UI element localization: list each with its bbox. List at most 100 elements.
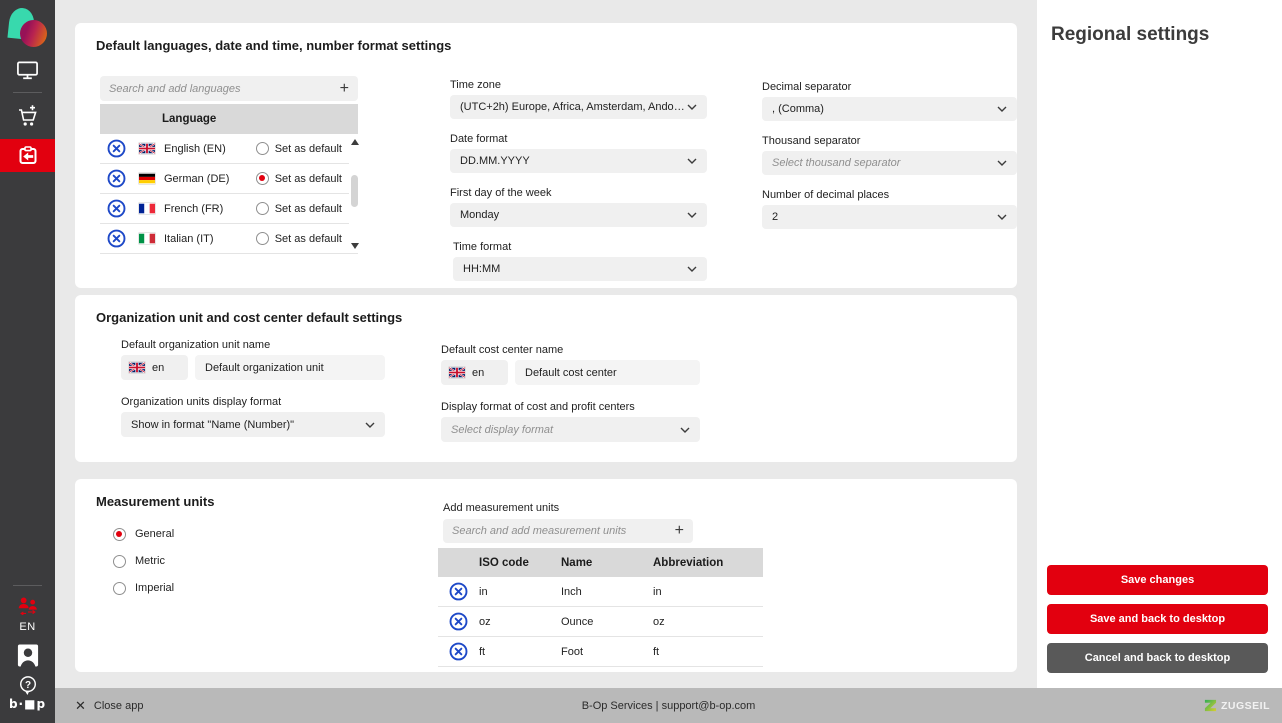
set-default-radio[interactable]: Set as default xyxy=(255,142,342,155)
set-default-radio[interactable]: Set as default xyxy=(255,172,342,185)
close-app-button[interactable]: ✕ Close app xyxy=(75,688,143,723)
radio-imperial[interactable]: Imperial xyxy=(113,581,174,595)
remove-unit-icon[interactable] xyxy=(449,582,468,601)
app-sidebar: EN ? b·■p xyxy=(0,0,55,723)
unit-row: oz Ounce oz xyxy=(438,607,763,637)
unit-name: Inch xyxy=(561,585,582,598)
units-table-header: ISO code Name Abbreviation xyxy=(438,548,763,577)
cancel-back-desktop-button[interactable]: Cancel and back to desktop xyxy=(1047,643,1268,673)
field-label: Display format of cost and profit center… xyxy=(441,401,635,413)
chevron-down-icon xyxy=(687,212,697,218)
add-unit-button[interactable]: + xyxy=(675,523,684,539)
language-row: French (FR) Set as default xyxy=(100,194,358,224)
number-format-fields: Decimal separator , (Comma) Thousand sep… xyxy=(762,81,1017,243)
support-text: B-Op Services | support@b-op.com xyxy=(581,699,756,712)
unit-iso: in xyxy=(479,585,488,598)
unit-abbr: ft xyxy=(653,645,660,658)
language-search-input[interactable] xyxy=(109,82,340,95)
save-changes-button[interactable]: Save changes xyxy=(1047,565,1268,595)
scroll-up-icon[interactable] xyxy=(351,139,359,145)
chevron-down-icon xyxy=(997,106,1007,112)
users-exchange-icon xyxy=(16,596,39,615)
sidebar-item-user-switch[interactable] xyxy=(0,596,55,615)
flag-fr-icon xyxy=(139,203,155,214)
org-display-format-select[interactable]: Show in format "Name (Number)" xyxy=(121,412,385,437)
unit-name: Ounce xyxy=(561,615,594,628)
sidebar-item-regional-settings-active[interactable] xyxy=(0,139,55,172)
org-unit-column: Default organization unit name en Organi… xyxy=(121,339,385,437)
language-list-scrollbar[interactable] xyxy=(349,135,360,253)
chevron-down-icon xyxy=(997,214,1007,220)
thousand-separator-select[interactable]: Select thousand separator xyxy=(762,151,1017,175)
language-badge[interactable]: EN xyxy=(0,621,55,633)
save-back-desktop-button[interactable]: Save and back to desktop xyxy=(1047,604,1268,634)
sidebar-item-help[interactable]: ? xyxy=(0,675,55,696)
field-label: First day of the week xyxy=(450,187,552,199)
remove-language-icon[interactable] xyxy=(107,229,126,248)
bottom-bar: B-Op Services | support@b-op.com ✕ Close… xyxy=(55,688,1282,723)
field-label: Time zone xyxy=(450,79,501,91)
field-label: Decimal separator xyxy=(762,81,852,93)
language-table-header: Language xyxy=(100,104,358,134)
monitor-icon xyxy=(16,60,39,80)
sidebar-item-desktop[interactable] xyxy=(0,60,55,80)
unit-iso: ft xyxy=(479,645,486,658)
unit-abbr: oz xyxy=(653,615,665,628)
chevron-down-icon xyxy=(687,104,697,110)
time-format-select[interactable]: HH:MM xyxy=(453,257,707,281)
unit-row: ft Foot ft xyxy=(438,637,763,667)
cost-display-format-select[interactable]: Select display format xyxy=(441,417,700,442)
units-search: + xyxy=(443,519,693,543)
clipboard-return-icon xyxy=(17,145,39,167)
set-default-radio[interactable]: Set as default xyxy=(255,202,342,215)
zugseil-wordmark: ZUGSEIL xyxy=(1220,699,1270,712)
unit-iso: oz xyxy=(479,615,491,628)
field-label: Default organization unit name xyxy=(121,339,271,351)
radio-general[interactable]: General xyxy=(113,527,174,541)
app-logo-icon xyxy=(7,6,49,49)
chevron-down-icon xyxy=(997,160,1007,166)
close-app-label: Close app xyxy=(93,699,144,712)
avatar-icon xyxy=(17,643,39,668)
first-day-select[interactable]: Monday xyxy=(450,203,707,227)
radio-metric[interactable]: Metric xyxy=(113,554,174,568)
language-search: + xyxy=(100,76,358,101)
remove-language-icon[interactable] xyxy=(107,169,126,188)
language-tag[interactable]: en xyxy=(121,355,188,380)
language-row: Italian (IT) Set as default xyxy=(100,224,358,254)
sidebar-item-profile[interactable] xyxy=(0,643,55,668)
add-language-button[interactable]: + xyxy=(340,80,349,97)
sidebar-item-shop[interactable] xyxy=(0,103,55,129)
remove-unit-icon[interactable] xyxy=(449,612,468,631)
svg-text:?: ? xyxy=(24,680,30,691)
cost-center-name-input[interactable] xyxy=(515,360,700,385)
cost-center-column: Default cost center name en Display form… xyxy=(441,344,700,442)
units-search-input[interactable] xyxy=(452,525,675,537)
chevron-down-icon xyxy=(365,422,375,428)
field-label: Default cost center name xyxy=(441,344,564,356)
zugseil-z-icon xyxy=(1204,699,1217,712)
org-unit-name-input[interactable] xyxy=(195,355,385,380)
set-default-radio[interactable]: Set as default xyxy=(255,232,342,245)
flag-gb-icon xyxy=(139,143,155,154)
unit-row: in Inch in xyxy=(438,577,763,607)
language-tag[interactable]: en xyxy=(441,360,508,385)
scrollbar-thumb[interactable] xyxy=(351,175,358,207)
flag-it-icon xyxy=(139,233,155,244)
remove-unit-icon[interactable] xyxy=(449,642,468,661)
unit-name: Foot xyxy=(561,645,584,658)
field-label: Organization units display format xyxy=(121,396,282,408)
chevron-down-icon xyxy=(687,266,697,272)
cart-plus-icon xyxy=(16,103,40,129)
scroll-down-icon[interactable] xyxy=(351,243,359,249)
field-label: Date format xyxy=(450,133,508,145)
timezone-select[interactable]: (UTC+2h) Europe, Africa, Amsterdam, Ando… xyxy=(450,95,707,119)
decimal-separator-select[interactable]: , (Comma) xyxy=(762,97,1017,121)
units-table: ISO code Name Abbreviation in Inch in oz… xyxy=(438,548,763,667)
panel-title: Organization unit and cost center defaul… xyxy=(96,310,403,325)
date-format-select[interactable]: DD.MM.YYYY xyxy=(450,149,707,173)
remove-language-icon[interactable] xyxy=(107,139,126,158)
languages-formats-panel: Default languages, date and time, number… xyxy=(75,23,1017,288)
decimal-places-select[interactable]: 2 xyxy=(762,205,1017,229)
remove-language-icon[interactable] xyxy=(107,199,126,218)
